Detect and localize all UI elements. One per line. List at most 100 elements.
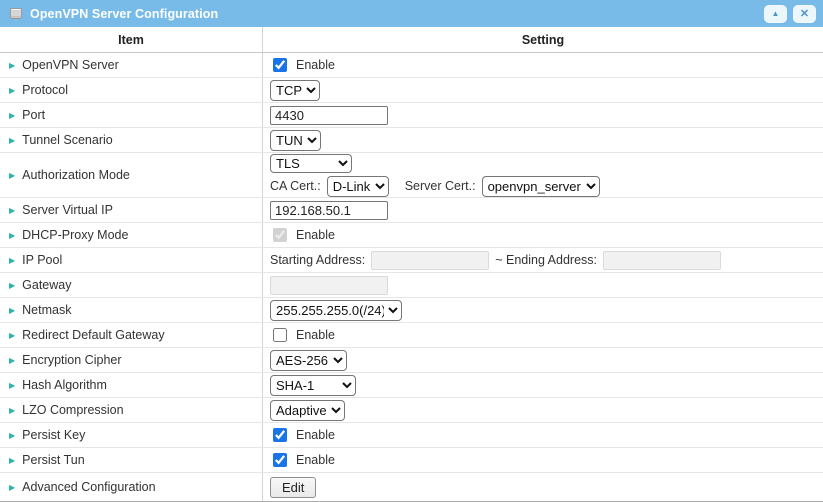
openvpn-server-enable-checkbox[interactable]	[273, 58, 287, 72]
collapse-button[interactable]: ▲	[764, 5, 787, 23]
ending-address-input	[603, 251, 721, 270]
server-cert-select[interactable]: openvpn_server	[482, 176, 600, 197]
lzo-compression-select[interactable]: Adaptive	[270, 400, 345, 421]
gateway-input	[270, 276, 388, 295]
setting-cell-netmask: 255.255.255.0(/24)	[263, 298, 823, 322]
protocol-select[interactable]: TCP	[270, 80, 320, 101]
item-cell-lzo-compression: ▶ LZO Compression	[0, 398, 263, 422]
item-label: OpenVPN Server	[22, 58, 119, 72]
table-row: ▶ Server Virtual IP	[0, 198, 823, 223]
table-row: ▶ DHCP-Proxy Mode Enable	[0, 223, 823, 248]
table-row: ▶ Authorization Mode TLS CA Cert.: D-Lin…	[0, 153, 823, 198]
table-row: ▶ Netmask 255.255.255.0(/24)	[0, 298, 823, 323]
row-arrow-icon: ▶	[9, 87, 15, 95]
encryption-cipher-select[interactable]: AES-256	[270, 350, 347, 371]
item-cell-tunnel-scenario: ▶ Tunnel Scenario	[0, 128, 263, 152]
table-row: ▶ Gateway	[0, 273, 823, 298]
edit-button[interactable]: Edit	[270, 477, 316, 498]
row-arrow-icon: ▶	[9, 172, 15, 180]
row-arrow-icon: ▶	[9, 432, 15, 440]
row-arrow-icon: ▶	[9, 207, 15, 215]
table-header: Item Setting	[0, 27, 823, 53]
item-cell-server-virtual-ip: ▶ Server Virtual IP	[0, 198, 263, 222]
ca-cert-select[interactable]: D-Link	[327, 176, 389, 197]
table-row: ▶ Protocol TCP	[0, 78, 823, 103]
ca-cert-label: CA Cert.:	[270, 179, 321, 193]
persist-key-enable-checkbox[interactable]	[273, 428, 287, 442]
item-label: Authorization Mode	[22, 168, 130, 182]
item-cell-persist-key: ▶ Persist Key	[0, 423, 263, 447]
server-cert-label: Server Cert.:	[405, 179, 476, 193]
header-item: Item	[0, 27, 263, 52]
setting-cell-gateway	[263, 273, 823, 297]
item-cell-hash-algorithm: ▶ Hash Algorithm	[0, 373, 263, 397]
table-row: ▶ Port	[0, 103, 823, 128]
row-arrow-icon: ▶	[9, 382, 15, 390]
table-row: ▶ Advanced Configuration Edit	[0, 473, 823, 502]
table-row: ▶ Encryption Cipher AES-256	[0, 348, 823, 373]
setting-cell-redirect-default-gateway: Enable	[263, 323, 823, 347]
window-title: OpenVPN Server Configuration	[30, 7, 758, 21]
close-button[interactable]: ✕	[793, 5, 816, 23]
item-cell-redirect-default-gateway: ▶ Redirect Default Gateway	[0, 323, 263, 347]
row-arrow-icon: ▶	[9, 232, 15, 240]
setting-cell-server-virtual-ip	[263, 198, 823, 222]
row-arrow-icon: ▶	[9, 257, 15, 265]
enable-label: Enable	[296, 453, 335, 467]
hash-algorithm-select[interactable]: SHA-1	[270, 375, 356, 396]
table-row: ▶ Tunnel Scenario TUN	[0, 128, 823, 153]
item-label: Netmask	[22, 303, 71, 317]
table-row: ▶ Hash Algorithm SHA-1	[0, 373, 823, 398]
setting-cell-authorization-mode: TLS CA Cert.: D-Link Server Cert.: openv…	[263, 153, 823, 197]
redirect-default-gateway-enable-checkbox[interactable]	[273, 328, 287, 342]
authorization-mode-select[interactable]: TLS	[270, 154, 352, 173]
item-cell-protocol: ▶ Protocol	[0, 78, 263, 102]
item-cell-authorization-mode: ▶ Authorization Mode	[0, 153, 263, 197]
row-arrow-icon: ▶	[9, 282, 15, 290]
server-virtual-ip-input[interactable]	[270, 201, 388, 220]
item-label: Persist Tun	[22, 453, 85, 467]
item-cell-persist-tun: ▶ Persist Tun	[0, 448, 263, 472]
row-arrow-icon: ▶	[9, 112, 15, 120]
dhcp-proxy-enable-checkbox	[273, 228, 287, 242]
item-label: Encryption Cipher	[22, 353, 121, 367]
setting-cell-ip-pool: Starting Address: ~ Ending Address:	[263, 248, 823, 272]
item-label: DHCP-Proxy Mode	[22, 228, 128, 242]
row-arrow-icon: ▶	[9, 137, 15, 145]
setting-cell-encryption-cipher: AES-256	[263, 348, 823, 372]
table-row: ▶ Persist Tun Enable	[0, 448, 823, 473]
row-arrow-icon: ▶	[9, 484, 15, 492]
item-label: Port	[22, 108, 45, 122]
enable-label: Enable	[296, 428, 335, 442]
item-cell-netmask: ▶ Netmask	[0, 298, 263, 322]
header-setting: Setting	[263, 27, 823, 52]
openvpn-server-configuration-window: OpenVPN Server Configuration ▲ ✕ Item Se…	[0, 0, 823, 502]
item-label: Server Virtual IP	[22, 203, 113, 217]
ending-address-label: ~ Ending Address:	[495, 253, 597, 267]
port-input[interactable]	[270, 106, 388, 125]
table-row: ▶ OpenVPN Server Enable	[0, 53, 823, 78]
tunnel-scenario-select[interactable]: TUN	[270, 130, 321, 151]
persist-tun-enable-checkbox[interactable]	[273, 453, 287, 467]
row-arrow-icon: ▶	[9, 62, 15, 70]
item-label: IP Pool	[22, 253, 62, 267]
item-cell-gateway: ▶ Gateway	[0, 273, 263, 297]
setting-cell-dhcp-proxy-mode: Enable	[263, 223, 823, 247]
starting-address-input	[371, 251, 489, 270]
table-row: ▶ LZO Compression Adaptive	[0, 398, 823, 423]
titlebar: OpenVPN Server Configuration ▲ ✕	[0, 0, 823, 27]
row-arrow-icon: ▶	[9, 407, 15, 415]
window-icon	[10, 8, 22, 19]
item-cell-dhcp-proxy-mode: ▶ DHCP-Proxy Mode	[0, 223, 263, 247]
item-cell-advanced-configuration: ▶ Advanced Configuration	[0, 473, 263, 501]
table-row: ▶ Redirect Default Gateway Enable	[0, 323, 823, 348]
cert-selection-line: CA Cert.: D-Link Server Cert.: openvpn_s…	[270, 176, 600, 197]
item-label: LZO Compression	[22, 403, 123, 417]
netmask-select[interactable]: 255.255.255.0(/24)	[270, 300, 402, 321]
enable-label: Enable	[296, 328, 335, 342]
enable-label: Enable	[296, 228, 335, 242]
enable-label: Enable	[296, 58, 335, 72]
setting-cell-lzo-compression: Adaptive	[263, 398, 823, 422]
item-cell-ip-pool: ▶ IP Pool	[0, 248, 263, 272]
table-row: ▶ Persist Key Enable	[0, 423, 823, 448]
